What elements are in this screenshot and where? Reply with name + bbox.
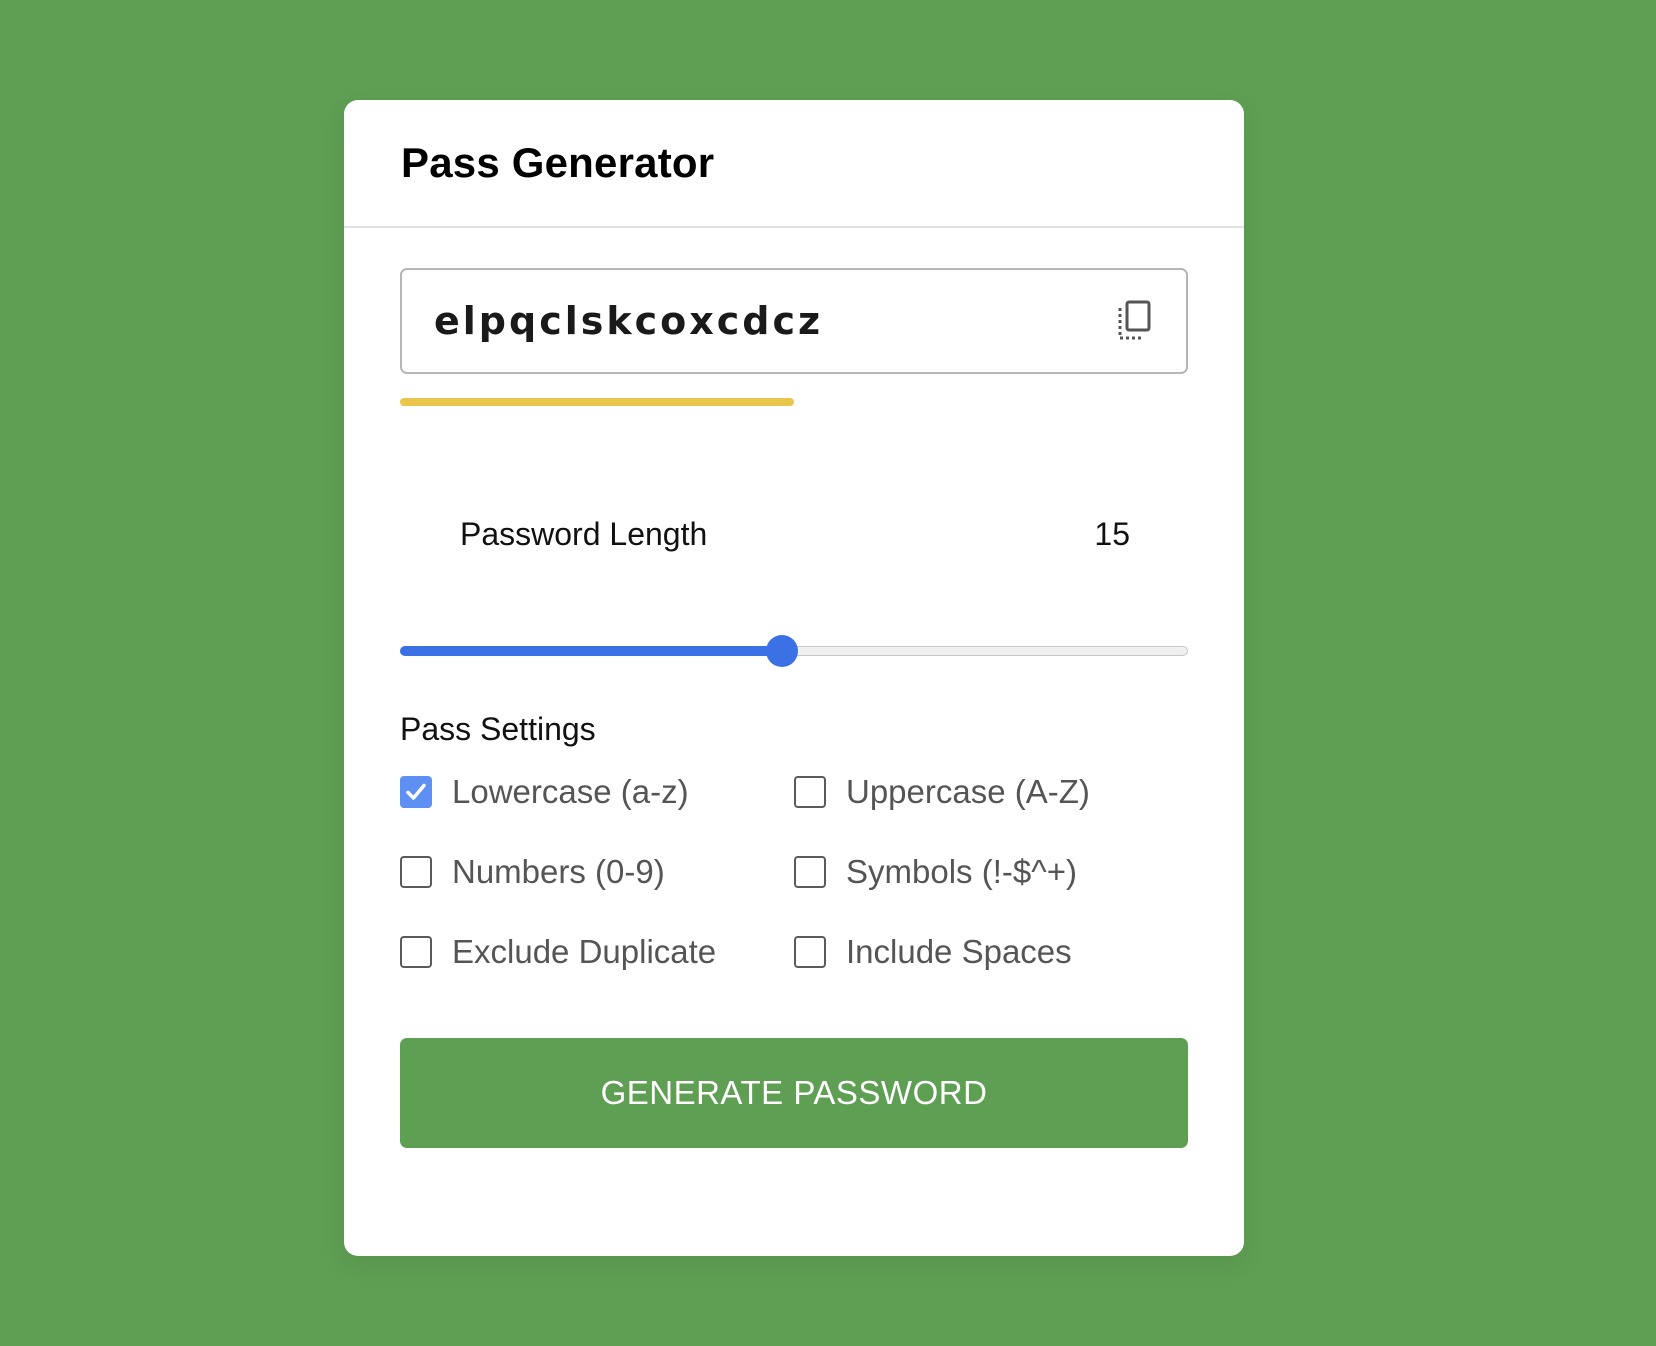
option-numbers-0-9[interactable]: Numbers (0-9): [400, 853, 794, 890]
generate-password-button[interactable]: GENERATE PASSWORD: [400, 1038, 1188, 1148]
checkbox[interactable]: [400, 936, 432, 968]
checkbox[interactable]: [794, 856, 826, 888]
password-generator-card: Pass Generator elpqclskcoxcdcz Password …: [344, 100, 1244, 1256]
card-body: elpqclskcoxcdcz Password Length 15 Pass …: [344, 228, 1244, 1148]
option-uppercase-a-z[interactable]: Uppercase (A-Z): [794, 773, 1188, 810]
option-include-spaces[interactable]: Include Spaces: [794, 933, 1188, 970]
password-length-value: 15: [1094, 516, 1130, 552]
password-length-slider[interactable]: [400, 633, 1188, 669]
password-strength-indicator: [400, 398, 1188, 406]
checkbox[interactable]: [794, 936, 826, 968]
password-strength-fill: [400, 398, 794, 406]
checkbox[interactable]: [400, 776, 432, 808]
option-label: Lowercase (a-z): [452, 773, 689, 810]
option-label: Exclude Duplicate: [452, 933, 717, 970]
option-lowercase-a-z[interactable]: Lowercase (a-z): [400, 773, 794, 810]
app-title: Pass Generator: [401, 139, 715, 186]
checkbox[interactable]: [794, 776, 826, 808]
checkmark-icon: [406, 783, 426, 800]
slider-fill: [400, 646, 783, 656]
slider-thumb[interactable]: [766, 635, 799, 667]
password-length-row: Password Length 15: [400, 516, 1188, 553]
option-symbols[interactable]: Symbols (!-$^+): [794, 853, 1188, 890]
password-display[interactable]: elpqclskcoxcdcz: [400, 268, 1188, 374]
pass-settings-options: Lowercase (a-z) Uppercase (A-Z) Numbers (0…: [400, 773, 1188, 970]
option-label: Include Spaces: [846, 933, 1072, 970]
card-header: Pass Generator: [344, 100, 1244, 228]
option-label: Symbols (!-$^+): [846, 853, 1077, 890]
option-label: Uppercase (A-Z): [846, 773, 1090, 810]
copy-icon[interactable]: [1114, 299, 1156, 343]
pass-settings-title: Pass Settings: [400, 711, 596, 747]
checkbox[interactable]: [400, 856, 432, 888]
password-value[interactable]: elpqclskcoxcdcz: [434, 299, 823, 343]
option-exclude-duplicate[interactable]: Exclude Duplicate: [400, 933, 794, 970]
option-label: Numbers (0-9): [452, 853, 665, 890]
password-length-label: Password Length: [460, 516, 708, 552]
